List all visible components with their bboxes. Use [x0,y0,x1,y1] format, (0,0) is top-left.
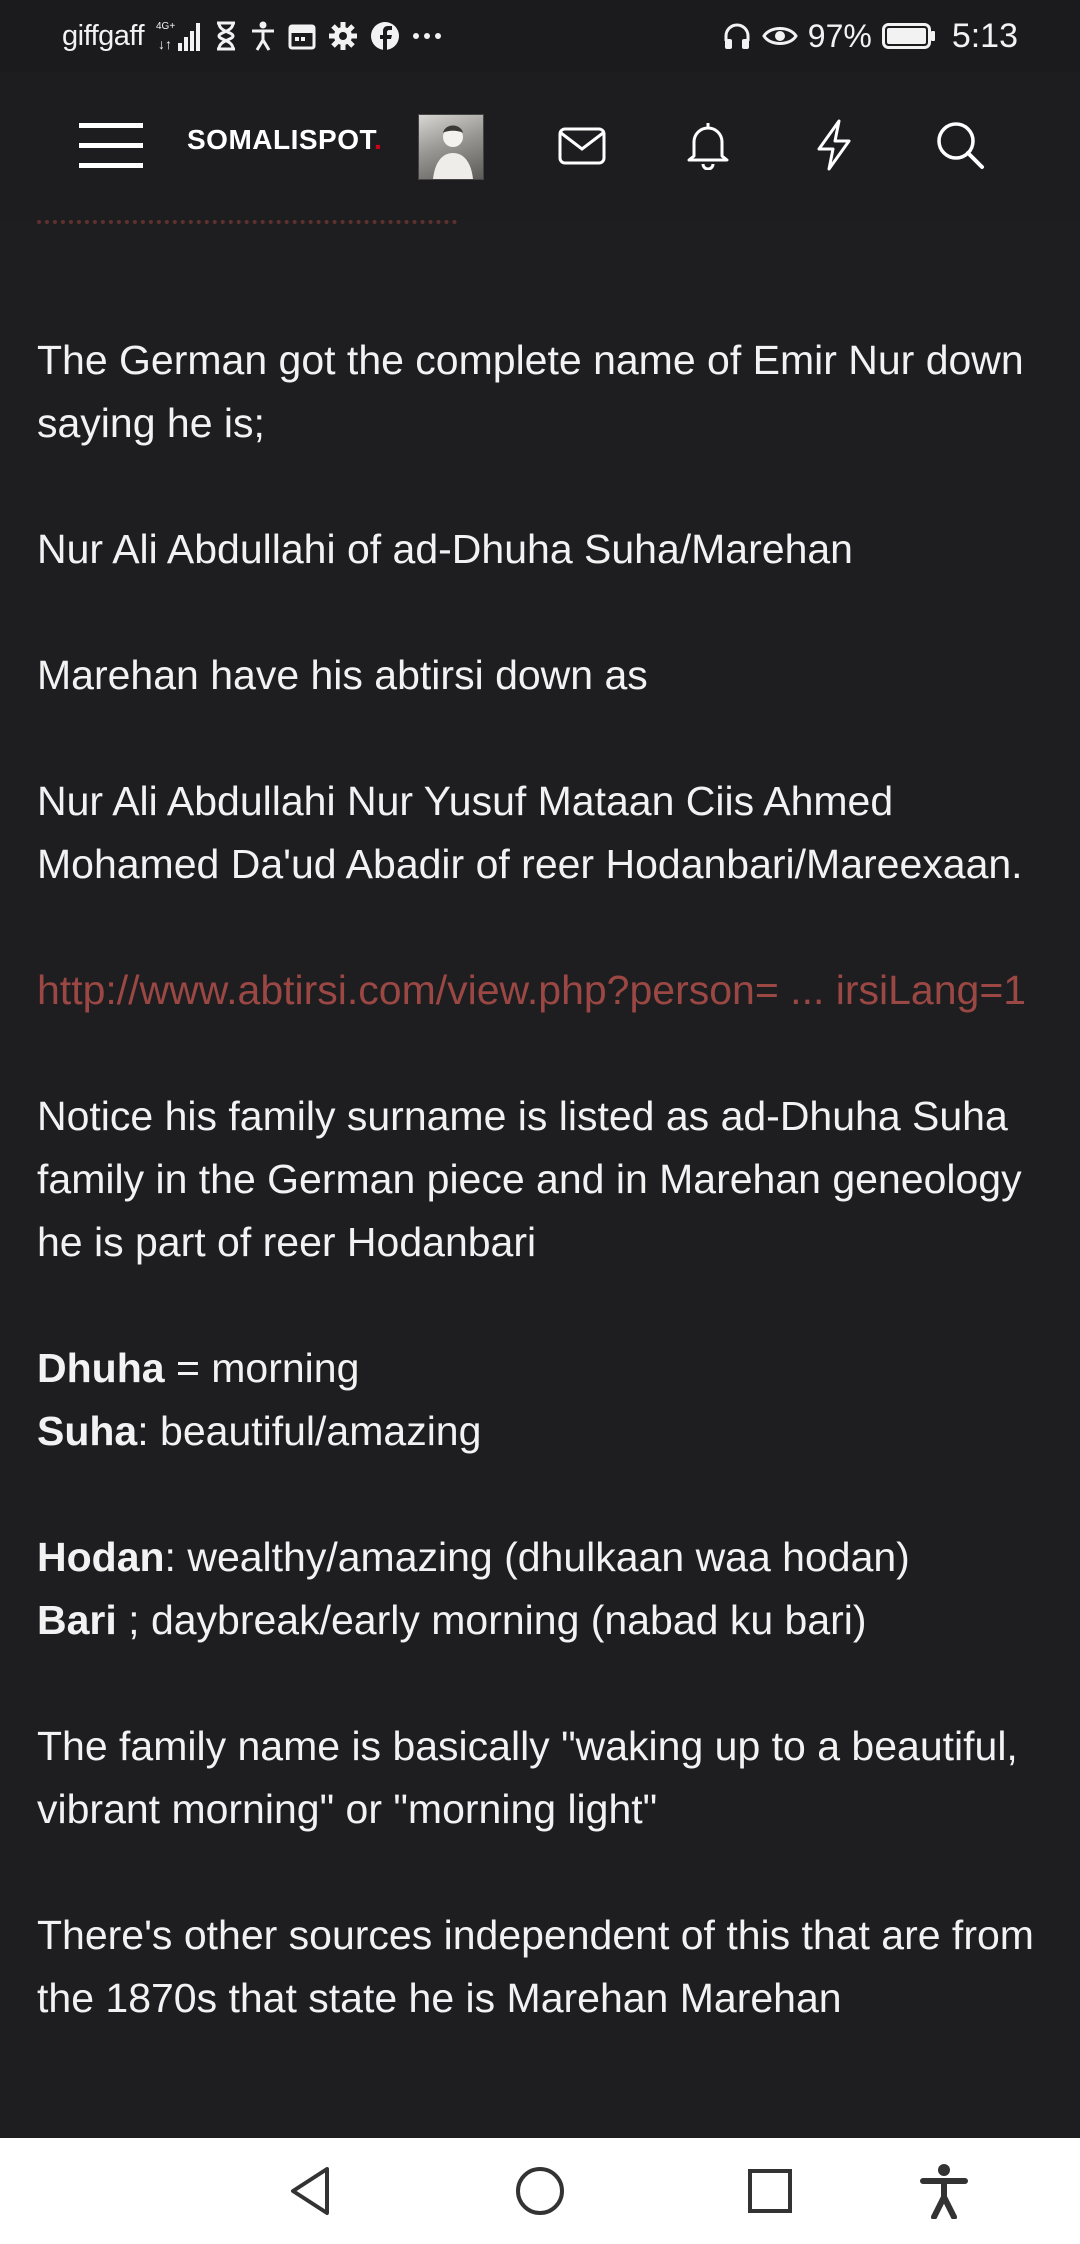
back-icon[interactable] [270,2138,350,2244]
brand-name: SOMALISPOT [187,124,375,155]
post-paragraph: Nur Ali Abdullahi Nur Yusuf Mataan Ciis … [37,778,1023,887]
facebook-icon [370,21,400,51]
cutoff-link-fragment [37,220,1047,240]
accessibility-icon [250,21,276,51]
post-body: The German got the complete name of Emir… [37,220,1047,2138]
menu-icon[interactable] [76,114,146,178]
definition-line: Dhuha = morning [37,1337,1047,1400]
avatar[interactable] [418,114,484,180]
app-header: SOMALISPOT. [0,72,1080,220]
post-paragraph: Marehan have his abtirsi down as [37,652,648,698]
definition-text: : beautiful/amazing [137,1408,482,1454]
definition-term: Bari [37,1597,117,1643]
abtirsi-link[interactable]: http://www.abtirsi.com/view.php?person= … [37,967,1026,1013]
definition-term: Hodan [37,1534,165,1580]
definition-text: : wealthy/amazing (dhulkaan waa hodan) [164,1534,910,1580]
status-bar: giffgaff 4G+ ↓↑ 97% 5:13 [0,0,1080,72]
post-paragraph: Nur Ali Abdullahi of ad-Dhuha Suha/Mareh… [37,526,853,572]
definition-line: Bari ; daybreak/early morning (nabad ku … [37,1589,1047,1652]
definition-text: = morning [164,1345,360,1391]
accessibility-icon[interactable] [904,2138,984,2244]
status-right: 97% 5:13 [722,14,1018,58]
brand-dot: . [374,124,383,155]
post-paragraph: There's other sources independent of thi… [37,1912,1034,2021]
search-icon[interactable] [928,112,992,178]
post-paragraph: Notice his family surname is listed as a… [37,1093,1022,1265]
carrier-label: giffgaff [62,19,145,52]
hourglass-icon [214,21,238,51]
definition-line: Suha: beautiful/amazing [37,1400,1047,1463]
definition-term: Dhuha [37,1345,165,1391]
battery-icon [881,22,936,50]
bell-icon[interactable] [678,112,738,178]
definition-line: Hodan: wealthy/amazing (dhulkaan waa hod… [37,1526,1047,1589]
lightning-icon[interactable] [804,112,864,178]
svg-text:↓↑: ↓↑ [158,36,172,52]
recents-icon[interactable] [730,2138,810,2244]
battery-percent: 97% [807,17,872,54]
site-logo[interactable]: SOMALISPOT. [187,124,382,156]
more-icon [412,31,442,41]
system-nav-bar [0,2138,1080,2244]
post-paragraph: The German got the complete name of Emir… [37,337,1024,446]
home-icon[interactable] [500,2138,580,2244]
definition-text: ; daybreak/early morning (nabad ku bari) [116,1597,867,1643]
settings-icon [328,21,358,51]
post-paragraph: The family name is basically "waking up … [37,1723,1018,1832]
eye-icon [762,23,798,49]
mail-icon[interactable] [552,114,612,178]
calendar-icon [288,22,316,50]
status-left: giffgaff 4G+ ↓↑ [62,14,442,58]
definition-term: Suha [37,1408,138,1454]
headphones-icon [722,21,752,51]
clock: 5:13 [951,16,1018,55]
svg-text:4G+: 4G+ [156,21,175,32]
signal-icon: 4G+ ↓↑ [156,19,202,53]
